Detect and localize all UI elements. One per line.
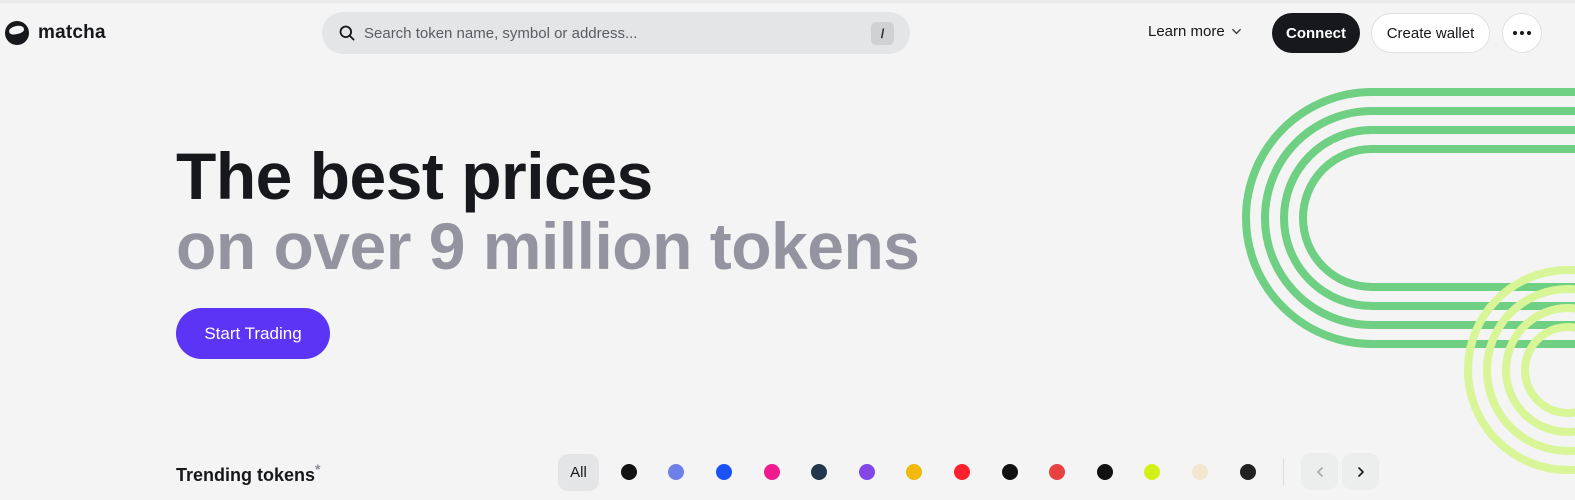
- solana-icon: [620, 464, 637, 480]
- create-wallet-button[interactable]: Create wallet: [1371, 13, 1490, 53]
- arbitrum-icon: [811, 464, 828, 480]
- decorative-arches: [1242, 88, 1575, 474]
- optimism-icon: [953, 464, 970, 480]
- chain-filter-mantle[interactable]: [1129, 464, 1177, 480]
- avalanche-icon: [1049, 464, 1066, 480]
- scroll-icon: [1191, 464, 1208, 480]
- base-icon: [715, 464, 732, 480]
- search-input[interactable]: [364, 24, 844, 42]
- trending-tokens-title: Trending tokens*: [176, 461, 321, 485]
- polygon-icon: [858, 464, 875, 480]
- top-nav: matcha / Learn more Connect Create walle…: [0, 0, 1575, 66]
- chain-filter-ethereum[interactable]: [653, 464, 701, 480]
- connect-button[interactable]: Connect: [1272, 13, 1360, 53]
- chain-filter-avalanche[interactable]: [1033, 464, 1081, 480]
- chain-filter-solana[interactable]: [605, 464, 653, 480]
- matcha-logo-icon: [5, 21, 29, 45]
- brand-logo[interactable]: matcha: [5, 21, 106, 45]
- optimism-sparkle-icon: [763, 464, 780, 480]
- start-trading-button[interactable]: Start Trading: [176, 308, 330, 359]
- brand-name: matcha: [38, 22, 106, 43]
- chain-filter-arbitrum[interactable]: [795, 464, 843, 480]
- chevron-right-icon: [1357, 466, 1364, 477]
- chain-filter-linea[interactable]: [986, 464, 1034, 480]
- search-icon: [339, 25, 355, 41]
- chain-filter-blast[interactable]: [1081, 464, 1129, 480]
- more-options-button[interactable]: [1502, 13, 1542, 53]
- chain-filter-bar: All: [558, 453, 1285, 491]
- search-bar[interactable]: /: [322, 12, 910, 54]
- scroll-right-button[interactable]: [1342, 453, 1379, 490]
- unichain-icon: [1239, 464, 1256, 480]
- bnb-icon: [906, 464, 923, 480]
- chain-filter-scroll[interactable]: [1176, 464, 1224, 480]
- learn-more-menu[interactable]: Learn more: [1148, 23, 1242, 40]
- scroll-left-button[interactable]: [1301, 453, 1338, 490]
- chain-filter-base[interactable]: [700, 464, 748, 480]
- chain-filter-polygon[interactable]: [843, 464, 891, 480]
- ellipsis-icon: [1513, 31, 1517, 35]
- chain-filter-optimism-sparkle[interactable]: [748, 464, 796, 480]
- blast-icon: [1096, 464, 1113, 480]
- chain-filter-bnb[interactable]: [891, 464, 939, 480]
- chain-filter-optimism[interactable]: [938, 464, 986, 480]
- search-shortcut-key: /: [871, 22, 894, 45]
- chain-filter-unichain[interactable]: [1224, 464, 1272, 480]
- chain-filter-all[interactable]: All: [558, 453, 599, 491]
- ethereum-icon: [668, 464, 685, 480]
- chain-filter-divider: [1283, 458, 1285, 486]
- chevron-down-icon: [1231, 28, 1241, 35]
- learn-more-label: Learn more: [1148, 23, 1225, 40]
- chevron-left-icon: [1316, 466, 1323, 477]
- linea-icon: [1001, 464, 1018, 480]
- hero-heading: The best prices: [176, 139, 653, 213]
- hero-subheading: on over 9 million tokens: [176, 209, 920, 283]
- mantle-icon: [1144, 464, 1161, 480]
